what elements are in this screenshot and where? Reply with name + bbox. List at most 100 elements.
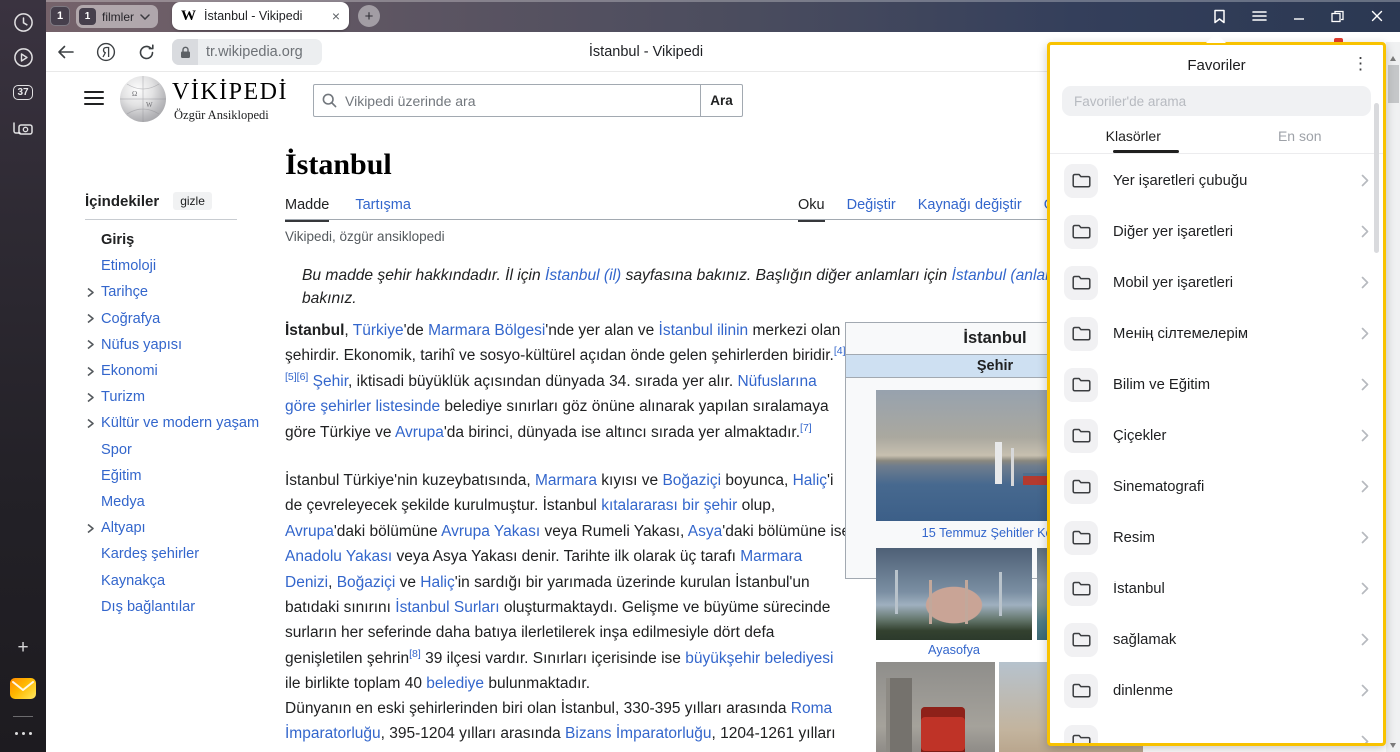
wiki-link[interactable]: Marmara — [535, 472, 597, 489]
wiki-search-button[interactable]: Ara — [701, 84, 743, 117]
toc-item[interactable]: Medya — [85, 489, 295, 515]
wiki-link[interactable]: belediye — [426, 675, 484, 692]
favorites-folder-item[interactable]: Менің сілтемелерім — [1050, 308, 1383, 359]
wiki-link[interactable]: Şehir — [313, 373, 348, 390]
toc-item[interactable]: Dış bağlantılar — [85, 594, 295, 620]
reference-link[interactable]: [7] — [800, 421, 812, 433]
yandex-services-icon[interactable] — [90, 32, 122, 72]
wiki-link[interactable]: kıtalararası bir şehir — [601, 497, 737, 514]
toc-link[interactable]: Etimoloji — [101, 258, 156, 274]
screenshot-icon[interactable] — [0, 115, 46, 141]
wiki-link[interactable]: Haliç — [420, 574, 454, 591]
wikipedia-logo[interactable]: Ω W — [119, 75, 167, 128]
wiki-link[interactable]: Boğaziçi — [337, 574, 396, 591]
chevron-expand-icon[interactable] — [85, 418, 101, 429]
minimize-icon[interactable] — [1284, 0, 1314, 32]
new-tab-button[interactable]: + — [358, 5, 380, 27]
wiki-link[interactable]: Avrupa Yakası — [441, 523, 540, 540]
toc-link[interactable]: Coğrafya — [101, 311, 160, 327]
panel-scrollbar-thumb[interactable] — [1374, 103, 1379, 253]
favorites-folder-item[interactable]: Mobil yer işaretleri — [1050, 257, 1383, 308]
tab-group-filmler[interactable]: 1 filmler — [76, 5, 158, 28]
toc-item[interactable]: Giriş — [85, 227, 295, 253]
wiki-link[interactable]: Haliç — [793, 472, 827, 489]
chevron-expand-icon[interactable] — [85, 523, 101, 534]
toc-item[interactable]: Coğrafya — [85, 306, 295, 332]
wiki-link[interactable]: Bizans İmparatorluğu — [565, 725, 711, 742]
wiki-link[interactable]: Türkiye — [353, 322, 404, 339]
favorites-folder-item[interactable]: Resim — [1050, 512, 1383, 563]
toc-link[interactable]: Kardeş şehirler — [101, 546, 199, 562]
panel-more-icon[interactable]: ⋮ — [1352, 54, 1369, 74]
tab-en-son[interactable]: En son — [1217, 128, 1384, 154]
scrollbar-thumb[interactable] — [1388, 65, 1399, 103]
tab-counter-badge[interactable]: 37 — [0, 80, 46, 104]
wiki-link[interactable]: Avrupa — [285, 523, 334, 540]
favorites-folder-item[interactable]: İstanbul — [1050, 563, 1383, 614]
favorites-folder-item[interactable]: sağlamak — [1050, 614, 1383, 665]
chevron-expand-icon[interactable] — [85, 313, 101, 324]
wiki-search-input[interactable] — [345, 93, 700, 109]
photo-ayasofya[interactable] — [876, 548, 1032, 640]
wiki-link[interactable]: büyükşehir belediyesi — [685, 650, 833, 667]
photo-caption-ayasofya[interactable]: Ayasofya — [876, 643, 1032, 657]
wiki-menu-icon[interactable] — [84, 91, 104, 105]
toc-link[interactable]: Kültür ve modern yaşam — [101, 415, 259, 431]
wiki-link[interactable]: İstanbul Surları — [395, 599, 499, 616]
lock-icon[interactable] — [172, 39, 198, 65]
yandex-mail-icon[interactable] — [0, 676, 46, 700]
toc-link[interactable]: Eğitim — [101, 468, 142, 484]
favorites-folder-item[interactable]: Diğer yer işaretleri — [1050, 206, 1383, 257]
toc-link[interactable]: Nüfus yapısı — [101, 337, 182, 353]
favorites-search-input[interactable] — [1062, 86, 1371, 116]
photo-tram[interactable] — [876, 662, 995, 752]
back-icon[interactable] — [50, 32, 82, 72]
active-tab[interactable]: W İstanbul - Vikipedi × — [172, 2, 349, 30]
wiki-link[interactable]: İstanbul ilinin — [659, 322, 749, 339]
favorites-folder-item[interactable]: dinlenme — [1050, 665, 1383, 716]
toc-link[interactable]: Medya — [101, 494, 145, 510]
scroll-down-arrow[interactable] — [1390, 743, 1396, 748]
tab-close-icon[interactable]: × — [332, 9, 340, 23]
toc-link[interactable]: Dış bağlantılar — [101, 599, 195, 615]
toc-item[interactable]: Kaynakça — [85, 567, 295, 593]
toc-item[interactable]: Kardeş şehirler — [85, 541, 295, 567]
toc-hide-button[interactable]: gizle — [173, 192, 212, 210]
toc-link[interactable]: Spor — [101, 442, 132, 458]
toc-item[interactable]: Kültür ve modern yaşam — [85, 410, 295, 436]
favorites-folder-item[interactable]: Çiçekler — [1050, 410, 1383, 461]
reload-icon[interactable] — [130, 32, 162, 72]
favorites-folder-item[interactable]: Yer işaretleri çubuğu — [1050, 155, 1383, 206]
toc-item[interactable]: Turizm — [85, 384, 295, 410]
chevron-expand-icon[interactable] — [85, 287, 101, 298]
restore-window-icon[interactable] — [1322, 0, 1352, 32]
toc-item[interactable]: Ekonomi — [85, 358, 295, 384]
collapsed-tab-group-badge[interactable]: 1 — [50, 6, 70, 26]
toc-link[interactable]: Altyapı — [101, 520, 146, 536]
chevron-expand-icon[interactable] — [85, 366, 101, 377]
wiki-link[interactable]: Avrupa — [395, 424, 444, 441]
toc-item[interactable]: Nüfus yapısı — [85, 332, 295, 358]
favorites-folder-item[interactable]: Bilim ve Eğitim — [1050, 359, 1383, 410]
chevron-expand-icon[interactable] — [85, 392, 101, 403]
more-options-icon[interactable] — [0, 726, 46, 740]
toc-item[interactable]: Altyapı — [85, 515, 295, 541]
close-window-icon[interactable] — [1362, 0, 1392, 32]
toc-item[interactable]: Etimoloji — [85, 253, 295, 279]
wiki-link[interactable]: Anadolu Yakası — [285, 548, 392, 565]
favorites-folder-item[interactable]: Sinematografi — [1050, 461, 1383, 512]
wiki-link[interactable]: Marmara Bölgesi — [428, 322, 545, 339]
toc-item[interactable]: Spor — [85, 437, 295, 463]
toc-link[interactable]: Tarihçe — [101, 284, 148, 300]
reference-link[interactable]: [8] — [409, 648, 421, 660]
history-icon[interactable] — [0, 10, 46, 34]
url-bar[interactable]: tr.wikipedia.org — [172, 39, 322, 65]
scroll-up-arrow[interactable] — [1390, 56, 1396, 61]
chevron-expand-icon[interactable] — [85, 339, 101, 350]
wiki-link[interactable]: Asya — [688, 523, 722, 540]
menu-icon[interactable] — [1244, 0, 1274, 32]
add-panel-icon[interactable]: + — [0, 638, 46, 658]
toc-item[interactable]: Tarihçe — [85, 279, 295, 305]
toc-link[interactable]: Giriş — [101, 232, 134, 248]
toc-link[interactable]: Kaynakça — [101, 573, 165, 589]
